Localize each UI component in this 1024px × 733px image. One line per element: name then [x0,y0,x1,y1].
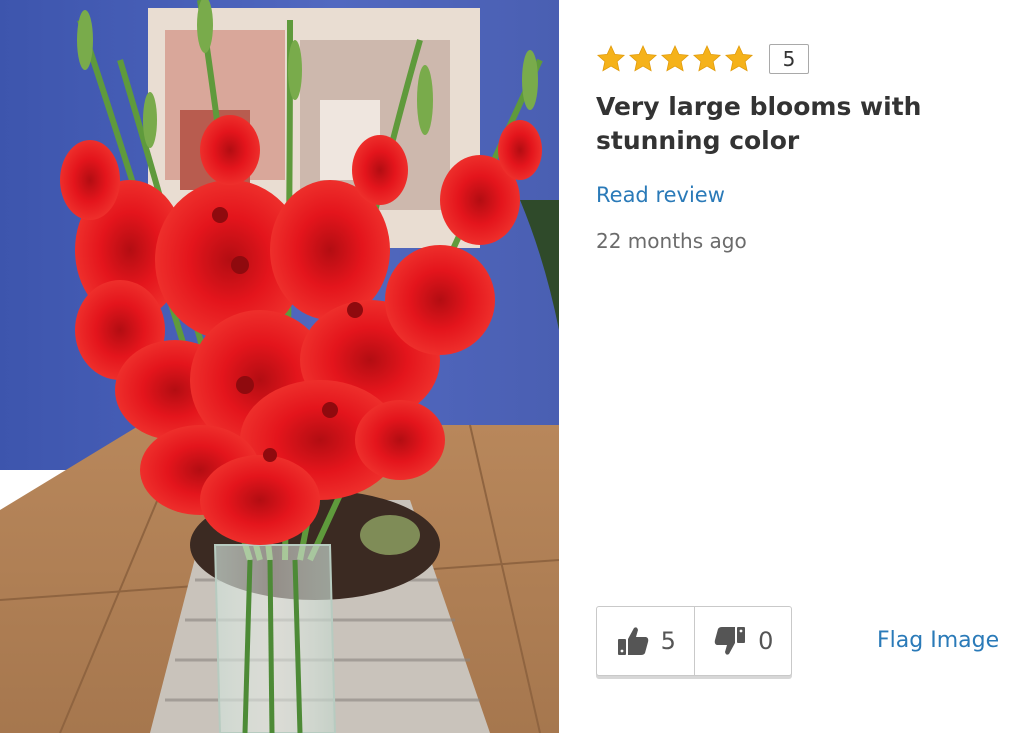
star-icon [628,44,658,72]
star-rating [596,44,754,74]
rating-badge: 5 [769,44,809,74]
review-panel: 5 Very large blooms with stunning color … [596,0,1024,733]
star-icon [660,44,690,72]
thumbs-down-count: 0 [758,627,774,655]
review-age: 22 months ago [596,229,747,253]
star-icon [692,44,722,72]
thumbs-up-icon [617,627,648,655]
thumbs-up-count: 5 [660,627,676,655]
thumbs-up-button[interactable]: 5 [597,607,694,675]
rating-row: 5 [596,44,809,74]
helpful-vote-box: 5 0 [596,606,792,676]
gladiolus-photo [0,0,559,733]
thumbs-down-button[interactable]: 0 [693,607,792,675]
star-icon [596,44,626,72]
review-title: Very large blooms with stunning color [596,92,922,155]
review-photo[interactable] [0,0,559,733]
read-review-link[interactable]: Read review [596,183,725,207]
thumbs-down-icon [714,627,746,655]
star-icon [724,44,754,72]
flag-image-link[interactable]: Flag Image [877,628,999,653]
